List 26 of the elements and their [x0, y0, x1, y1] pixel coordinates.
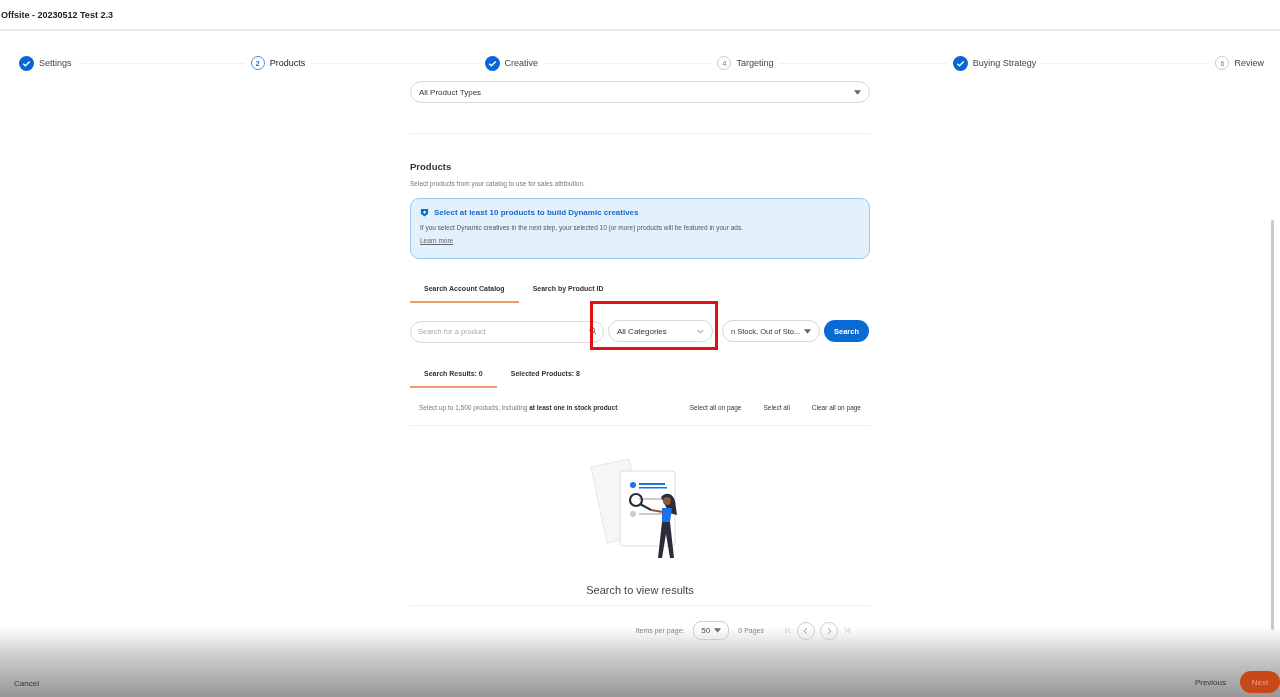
caret-icon: [714, 628, 722, 633]
step-label[interactable]: Settings: [39, 58, 72, 68]
step-label[interactable]: Products: [269, 58, 306, 68]
step-label[interactable]: Buying Strategy: [972, 58, 1037, 68]
product-type-select[interactable]: All Product Types: [410, 81, 870, 103]
chevron-down-icon: [697, 328, 704, 334]
banner-title: Select at least 10 products to build Dynamic creatives: [434, 208, 639, 217]
first-page-icon: [785, 627, 792, 634]
search-icon: [589, 327, 597, 335]
shield-icon: [420, 208, 429, 217]
section-heading: Products: [410, 161, 453, 172]
previous-link[interactable]: Previous: [1194, 677, 1226, 687]
next-page-icon: [820, 621, 838, 640]
step-label[interactable]: Creative: [504, 58, 539, 68]
scrollbar[interactable]: [1271, 220, 1274, 630]
previous-page-icon: [797, 621, 815, 640]
empty-state-message: Search to view results: [585, 584, 695, 596]
category-select[interactable]: All Categories: [608, 320, 713, 342]
page-title: Offsite - 20230512 Test 2.3: [1, 9, 113, 20]
step-label[interactable]: Review: [1234, 58, 1264, 68]
last-page-icon: [843, 627, 850, 634]
step-label[interactable]: Targeting: [736, 58, 774, 68]
caret-icon: [854, 89, 861, 95]
cancel-link[interactable]: Cancel: [14, 679, 39, 688]
per-page-select[interactable]: 50: [693, 621, 730, 640]
caret-icon: [804, 328, 811, 334]
